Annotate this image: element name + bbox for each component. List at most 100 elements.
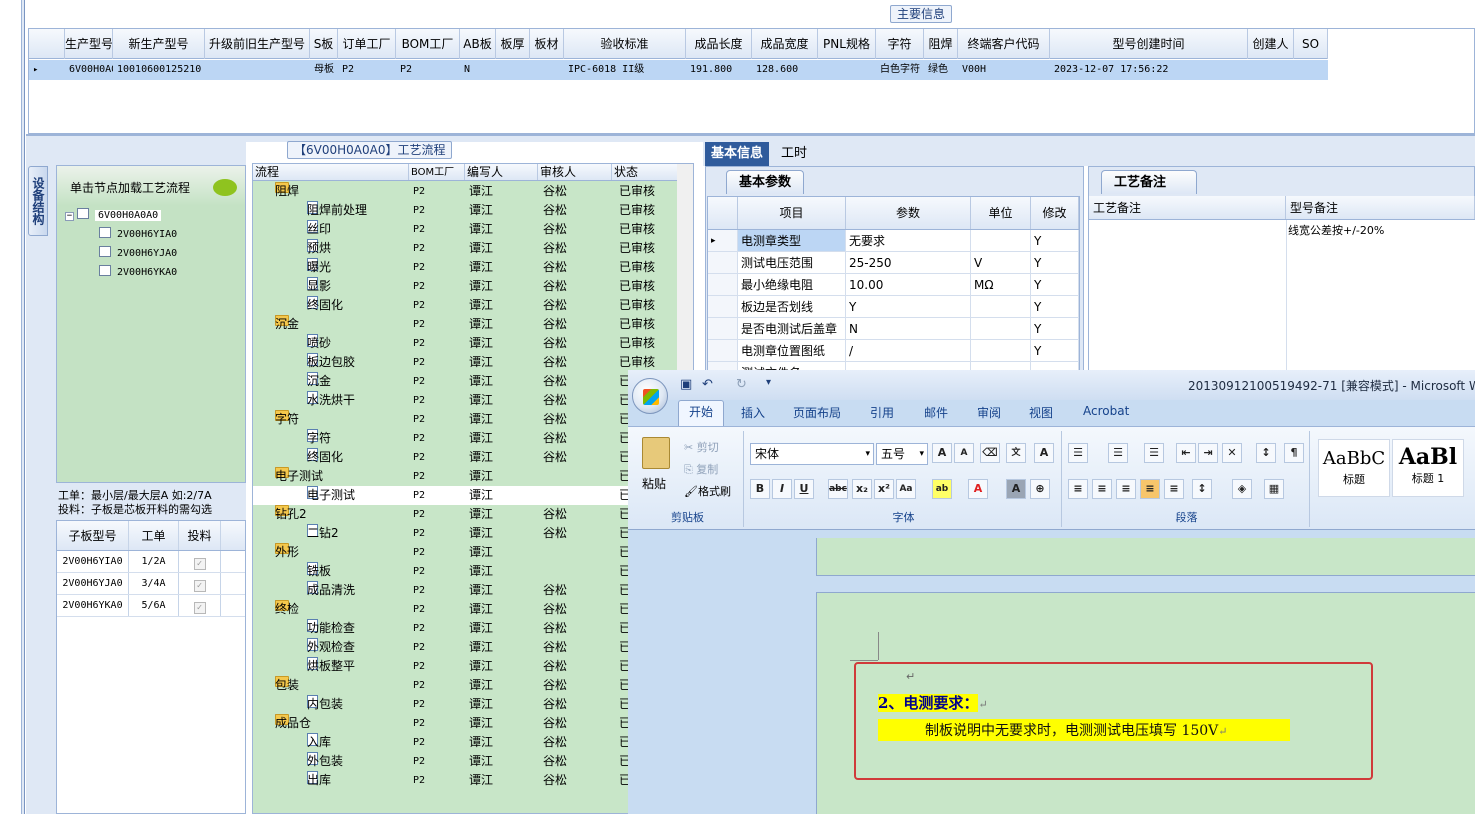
column-header[interactable]: 板厚 [496, 29, 530, 59]
cell[interactable]: Y [1031, 252, 1079, 273]
subboard-grid[interactable]: 子板型号 工单 投料 2V00H6YIA0 1/2A ✓ 2V00H6YJA0 3/4… [56, 520, 246, 814]
shading-icon[interactable]: ◈ [1232, 479, 1252, 499]
process-row[interactable]: 外包装 P2 谭江 谷松已 [253, 752, 693, 771]
column-header[interactable]: 型号创建时间 [1050, 29, 1248, 59]
cell[interactable]: Y [1031, 230, 1079, 251]
cell[interactable]: 128.600 [752, 60, 818, 80]
line-spacing-icon[interactable]: ↕ [1192, 479, 1212, 499]
tab-work-hours[interactable]: 工时 [775, 142, 813, 166]
sort-icon[interactable]: ↕ [1256, 443, 1276, 463]
column-header[interactable]: 终端客户代码 [958, 29, 1050, 59]
cell[interactable]: Y [1031, 296, 1079, 317]
process-row[interactable]: −成品仓P2谭江谷松已 [253, 714, 693, 733]
process-row[interactable]: 铣板 P2 谭江已 [253, 562, 693, 581]
cell[interactable]: P2 [396, 60, 460, 80]
column-header[interactable]: 成品长度 [686, 29, 752, 59]
column-header[interactable]: 升级前旧生产型号 [205, 29, 310, 59]
table-row[interactable]: 2V00H6YIA0 1/2A ✓ [57, 551, 245, 573]
process-row[interactable]: 二钻2 P2 谭江 谷松已 [253, 524, 693, 543]
tab-process-remark[interactable]: 工艺备注 [1101, 170, 1197, 194]
process-row[interactable]: 终固化 P2 谭江 谷松 已审核 [253, 296, 693, 315]
format-painter-button[interactable]: 🖌格式刷 [684, 483, 731, 499]
tab-layout[interactable]: 页面布局 [793, 404, 841, 421]
multilevel-list-icon[interactable]: ☰ [1144, 443, 1164, 463]
font-size-select[interactable]: 五号 ▾ [876, 443, 928, 465]
paste-icon[interactable] [642, 437, 670, 469]
cell[interactable] [530, 60, 564, 80]
column-header[interactable]: PNL规格 [818, 29, 876, 59]
cell[interactable]: 191.800 [686, 60, 752, 80]
shrink-font-icon[interactable]: A [954, 443, 974, 463]
process-row[interactable]: 出库 P2 谭江 谷松已 [253, 771, 693, 790]
column-header[interactable]: 新生产型号 [113, 29, 205, 59]
tab-insert[interactable]: 插入 [741, 404, 765, 421]
cell[interactable] [971, 230, 1031, 251]
cell[interactable]: 6V00H0A0A0 [65, 60, 113, 80]
process-row[interactable]: 阻焊前处理 P2 谭江 谷松 已审核 [253, 201, 693, 220]
borders-icon[interactable]: ▦ [1264, 479, 1284, 499]
align-left-icon[interactable]: ≡ [1068, 479, 1088, 499]
column-header[interactable]: 订单工厂 [338, 29, 396, 59]
justify-icon[interactable]: ≡ [1140, 479, 1160, 499]
cell[interactable]: 绿色 [924, 60, 958, 80]
basic-params-grid[interactable]: 项目 参数 单位 修改 ▸ 电测章类型 无要求 Y 测试电压范围 25-250 V Y 最小绝缘… [707, 196, 1080, 384]
column-header[interactable]: 字符 [876, 29, 924, 59]
doc-body[interactable]: 制板说明中无要求时，电测测试电压填写 150V↵ [925, 720, 1228, 740]
tree-child[interactable]: 2V00H6YIA0 [99, 227, 177, 243]
process-row[interactable]: 板边包胶 P2 谭江 谷松 已审核 [253, 353, 693, 372]
cell[interactable]: 电测章位置图纸 [738, 340, 846, 361]
tab-review[interactable]: 审阅 [977, 404, 1001, 421]
process-row[interactable]: 终固化 P2 谭江 谷松已 [253, 448, 693, 467]
clear-format-icon[interactable]: ⌫ [980, 443, 1000, 463]
cell[interactable]: 是否电测试后盖章 [738, 318, 846, 339]
cell[interactable] [496, 60, 530, 80]
cell[interactable]: Y [1031, 318, 1079, 339]
column-header[interactable]: 板材 [530, 29, 564, 59]
cell[interactable]: 无要求 [846, 230, 971, 251]
cut-button[interactable]: ✂ 剪切 [684, 439, 719, 455]
tree-child[interactable]: 2V00H6YKA0 [99, 265, 177, 281]
strikethrough-icon[interactable]: abc [828, 479, 848, 499]
process-row[interactable]: 字符 P2 谭江 谷松已 [253, 429, 693, 448]
tree-child[interactable]: 2V00H6YJA0 [99, 246, 177, 262]
align-center-icon[interactable]: ≡ [1092, 479, 1112, 499]
font-color-icon[interactable]: A [968, 479, 988, 499]
process-row[interactable]: 沉金 P2 谭江 谷松已 [253, 372, 693, 391]
font-name-select[interactable]: 宋体 ▾ [750, 443, 874, 465]
grow-font-icon[interactable]: A [932, 443, 952, 463]
cell[interactable]: 电测章类型 [738, 230, 846, 251]
cell[interactable]: 母板 [310, 60, 338, 80]
board-tree[interactable]: 单击节点加载工艺流程 −6V00H0A0A0 2V00H6YIA0 2V00H6… [56, 165, 246, 483]
main-info-row[interactable]: ▸6V00H0A0A010010600125210母板P2P2NIPC-6018… [29, 60, 1328, 80]
column-header[interactable]: 生产型号 [65, 29, 113, 59]
process-row[interactable]: 喷砂 P2 谭江 谷松 已审核 [253, 334, 693, 353]
cell[interactable]: V00H [958, 60, 1050, 80]
cell[interactable] [1248, 60, 1294, 80]
tab-mailings[interactable]: 邮件 [924, 404, 948, 421]
save-icon[interactable]: ▣ [680, 377, 692, 392]
decrease-indent-icon[interactable]: ⇤ [1176, 443, 1196, 463]
column-header[interactable]: AB板 [460, 29, 496, 59]
table-row[interactable]: 最小绝缘电阻 10.00 MΩ Y [708, 274, 1079, 296]
process-row[interactable]: 内包装 P2 谭江 谷松已 [253, 695, 693, 714]
process-row[interactable]: 成品清洗 P2 谭江 谷松已 [253, 581, 693, 600]
process-row[interactable]: −阻焊P2谭江谷松已审核 [253, 182, 693, 201]
column-header[interactable]: 创建人 [1248, 29, 1294, 59]
checkbox-icon[interactable]: ✓ [193, 580, 206, 592]
process-row[interactable]: −外形P2谭江已 [253, 543, 693, 562]
cell[interactable] [971, 340, 1031, 361]
checkbox-icon[interactable] [99, 265, 111, 276]
cell[interactable] [818, 60, 876, 80]
cell[interactable]: 2023-12-07 17:56:22 [1050, 60, 1248, 80]
table-row[interactable]: 测试电压范围 25-250 V Y [708, 252, 1079, 274]
highlight-icon[interactable]: ab [932, 479, 952, 499]
process-row[interactable]: 丝印 P2 谭江 谷松 已审核 [253, 220, 693, 239]
table-row[interactable]: 2V00H6YKA0 5/6A ✓ [57, 595, 245, 617]
tab-view[interactable]: 视图 [1029, 404, 1053, 421]
checkbox-icon[interactable] [77, 208, 89, 219]
collapse-icon[interactable]: − [65, 212, 74, 221]
subscript-icon[interactable]: x₂ [852, 479, 872, 499]
style-heading-1[interactable]: AaBl 标题 1 [1392, 439, 1464, 497]
process-row[interactable]: −电子测试P2谭江已 [253, 467, 693, 486]
column-header[interactable]: SO [1294, 29, 1328, 59]
